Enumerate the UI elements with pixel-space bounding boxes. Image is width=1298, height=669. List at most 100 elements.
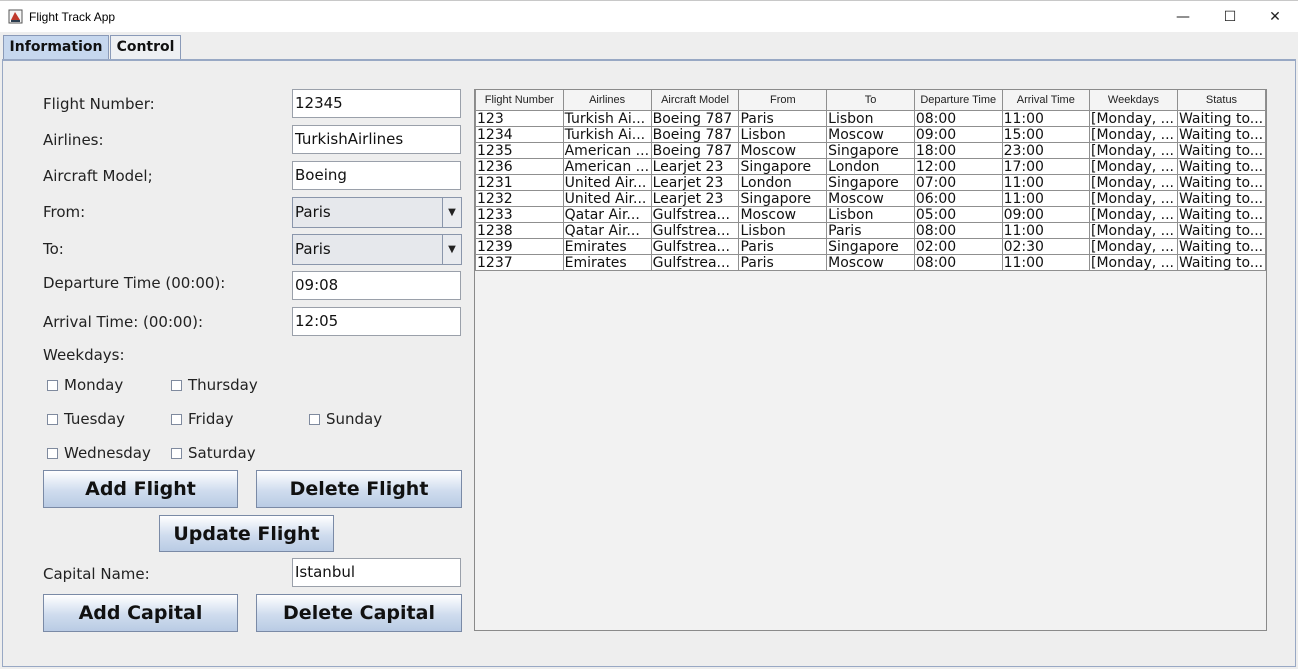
column-header[interactable]: Airlines (562, 90, 652, 111)
table-cell[interactable]: United Air... (562, 174, 652, 191)
table-cell[interactable]: 1236 (475, 158, 564, 175)
table-cell[interactable]: Paris (738, 254, 828, 271)
table-row[interactable]: 1233 Qatar Air... Gulfstrea... Moscow Lisbon… (475, 206, 1267, 223)
add-capital-button[interactable]: Add Capital (43, 594, 238, 632)
table-cell[interactable]: Learjet 23 (650, 190, 740, 207)
table-cell[interactable]: Moscow (738, 142, 828, 159)
table-cell[interactable]: Gulfstrea... (650, 238, 740, 255)
table-cell[interactable]: Emirates (562, 254, 652, 271)
table-row[interactable]: 123 Turkish Ai... Boeing 787 Paris Lisbon 08:… (475, 110, 1267, 127)
checkbox-box[interactable] (47, 379, 58, 391)
departure-time-input[interactable]: 09:08 (292, 271, 461, 300)
table-cell[interactable]: Singapore (826, 238, 915, 255)
table-cell[interactable]: 11:00 (1001, 254, 1091, 271)
table-cell[interactable]: [Monday, ... (1089, 126, 1178, 143)
checkbox-box[interactable] (309, 413, 320, 425)
table-row[interactable]: 1234 Turkish Ai... Boeing 787 Lisbon Moscow 0… (475, 126, 1267, 143)
table-cell[interactable]: Singapore (826, 174, 915, 191)
table-cell[interactable]: 12:00 (913, 158, 1003, 175)
table-cell[interactable]: 1231 (475, 174, 564, 191)
tab-control[interactable]: Control (110, 35, 181, 59)
table-cell[interactable]: [Monday, ... (1089, 254, 1178, 271)
airlines-input[interactable]: TurkishAirlines (292, 125, 461, 154)
table-cell[interactable]: Waiting to... (1176, 238, 1267, 255)
checkbox-friday[interactable]: Friday (171, 410, 233, 428)
table-cell[interactable]: 1234 (475, 126, 564, 143)
tab-information[interactable]: Information (3, 35, 109, 59)
table-row[interactable]: 1235 American ... Boeing 787 Moscow Singapor… (475, 142, 1267, 159)
table-cell[interactable]: London (738, 174, 828, 191)
table-cell[interactable]: Gulfstrea... (650, 254, 740, 271)
table-cell[interactable]: Lisbon (738, 126, 828, 143)
table-cell[interactable]: Gulfstrea... (650, 222, 740, 239)
table-cell[interactable]: 1235 (475, 142, 564, 159)
table-cell[interactable]: London (826, 158, 915, 175)
table-cell[interactable]: Learjet 23 (650, 158, 740, 175)
checkbox-monday[interactable]: Monday (47, 376, 123, 394)
table-cell[interactable]: Moscow (738, 206, 828, 223)
table-cell[interactable]: Moscow (826, 190, 915, 207)
table-cell[interactable]: Waiting to... (1176, 158, 1267, 175)
table-cell[interactable]: Waiting to... (1176, 110, 1267, 127)
table-cell[interactable]: 11:00 (1001, 190, 1091, 207)
checkbox-box[interactable] (47, 413, 58, 425)
to-select[interactable]: Paris ▼ (292, 234, 462, 265)
chevron-down-icon[interactable]: ▼ (442, 235, 461, 264)
delete-flight-button[interactable]: Delete Flight (256, 470, 462, 508)
table-cell[interactable]: [Monday, ... (1089, 238, 1178, 255)
table-row[interactable]: 1237 Emirates Gulfstrea... Paris Moscow 08:00… (475, 254, 1267, 271)
table-cell[interactable]: 1233 (475, 206, 564, 223)
table-cell[interactable]: Singapore (738, 190, 828, 207)
column-header[interactable]: Arrival Time (1001, 90, 1091, 111)
table-cell[interactable]: Learjet 23 (650, 174, 740, 191)
flights-table-scrollpane[interactable]: Flight Number Airlines Aircraft Model From T… (474, 89, 1267, 631)
table-cell[interactable]: 09:00 (913, 126, 1003, 143)
table-cell[interactable]: 18:00 (913, 142, 1003, 159)
checkbox-box[interactable] (47, 447, 58, 459)
table-cell[interactable]: [Monday, ... (1089, 174, 1178, 191)
minimize-button[interactable]: — (1160, 1, 1206, 32)
checkbox-tuesday[interactable]: Tuesday (47, 410, 125, 428)
table-cell[interactable]: Waiting to... (1176, 126, 1267, 143)
table-cell[interactable]: 1239 (475, 238, 564, 255)
checkbox-thursday[interactable]: Thursday (171, 376, 258, 394)
table-row[interactable]: 1231 United Air... Learjet 23 London Singapo… (475, 174, 1267, 191)
table-cell[interactable]: Paris (826, 222, 915, 239)
table-cell[interactable]: [Monday, ... (1089, 222, 1178, 239)
table-cell[interactable]: 1238 (475, 222, 564, 239)
table-cell[interactable]: [Monday, ... (1089, 206, 1178, 223)
table-cell[interactable]: Waiting to... (1176, 254, 1267, 271)
table-cell[interactable]: Lisbon (738, 222, 828, 239)
table-cell[interactable]: Waiting to... (1176, 206, 1267, 223)
maximize-button[interactable]: ☐ (1207, 1, 1253, 32)
table-cell[interactable]: Singapore (826, 142, 915, 159)
column-header[interactable]: Aircraft Model (650, 90, 740, 111)
table-cell[interactable]: [Monday, ... (1089, 142, 1178, 159)
table-cell[interactable]: 02:00 (913, 238, 1003, 255)
checkbox-wednesday[interactable]: Wednesday (47, 444, 151, 462)
table-cell[interactable]: Boeing 787 (650, 110, 740, 127)
column-header[interactable]: From (738, 90, 828, 111)
table-cell[interactable]: 06:00 (913, 190, 1003, 207)
table-cell[interactable]: Singapore (738, 158, 828, 175)
column-header[interactable]: Flight Number (475, 90, 564, 111)
table-cell[interactable]: 07:00 (913, 174, 1003, 191)
table-cell[interactable]: Moscow (826, 126, 915, 143)
table-cell[interactable]: [Monday, ... (1089, 158, 1178, 175)
capital-name-input[interactable]: Istanbul (292, 558, 461, 587)
add-flight-button[interactable]: Add Flight (43, 470, 238, 508)
table-row[interactable]: 1239 Emirates Gulfstrea... Paris Singapore 02… (475, 238, 1267, 255)
table-row[interactable]: 1232 United Air... Learjet 23 Singapore Mosc… (475, 190, 1267, 207)
table-cell[interactable]: 05:00 (913, 206, 1003, 223)
table-cell[interactable]: Paris (738, 238, 828, 255)
table-cell[interactable]: Turkish Ai... (562, 110, 652, 127)
delete-capital-button[interactable]: Delete Capital (256, 594, 462, 632)
arrival-time-input[interactable]: 12:05 (292, 307, 461, 336)
column-header[interactable]: Departure Time (913, 90, 1003, 111)
table-cell[interactable]: 09:00 (1001, 206, 1091, 223)
checkbox-box[interactable] (171, 413, 182, 425)
checkbox-box[interactable] (171, 447, 182, 459)
column-header[interactable]: Weekdays (1089, 90, 1178, 111)
flight-number-input[interactable]: 12345 (292, 89, 461, 118)
table-cell[interactable]: Emirates (562, 238, 652, 255)
